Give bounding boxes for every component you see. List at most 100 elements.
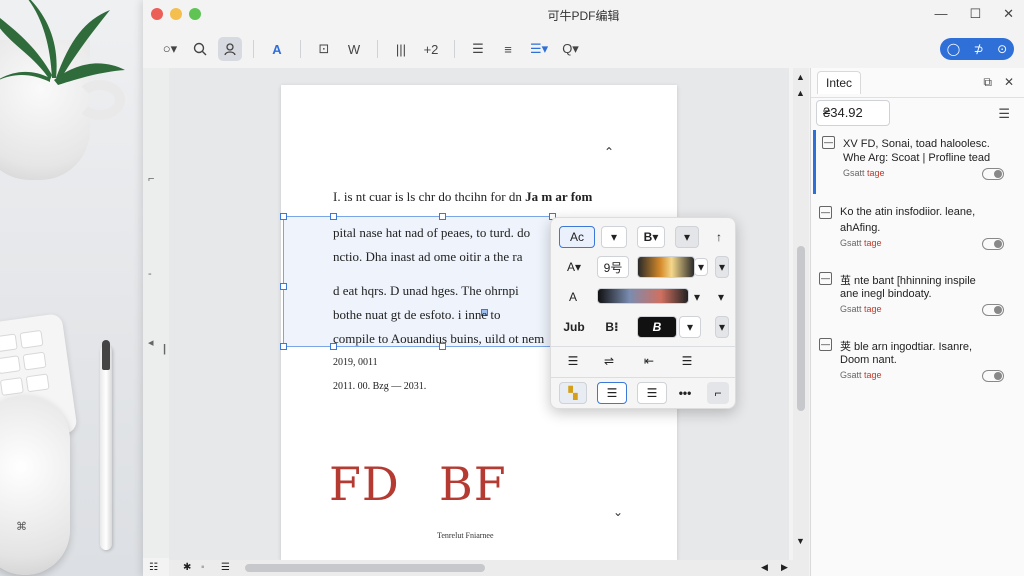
comment-toggle[interactable] [982,304,1004,316]
highlight-dropdown[interactable]: ▾ [689,286,705,308]
mouse: ⌘ [0,395,70,575]
text-tool-button[interactable]: A [265,37,289,61]
comment-meta: Gsatt tage [840,304,882,314]
comment-item[interactable]: — XV FD, Sonai, toad haloolesc. Whe Arg:… [813,130,1018,194]
more-options-icon[interactable]: ••• [673,382,697,404]
more-dropdown[interactable]: ▾ [715,256,729,278]
status-icon[interactable]: ✱ [183,562,191,573]
status-icon[interactable]: ▪ [201,562,205,573]
scroll-up-icon[interactable]: ▲ [796,72,805,82]
highlight-color-gradient[interactable] [597,288,689,304]
edit-object-tool-button[interactable]: ⊡ [312,37,336,61]
text-color-gradient[interactable] [637,256,695,278]
scroll-up-icon[interactable]: ▲ [796,88,805,98]
close-sidebar-icon[interactable]: ✕ [1004,75,1014,90]
chevron-down-icon[interactable]: ⌄ [613,505,623,519]
ruler-marker: | [163,343,167,355]
columns-tool-button[interactable]: ||| [389,37,413,61]
scroll-down-icon[interactable]: ▼ [796,536,805,546]
mode-target-icon[interactable]: ⊙ [997,42,1007,56]
font-style-dropdown[interactable]: ▾ [601,226,627,248]
font-size-label[interactable]: A ▾ [559,256,589,278]
arrow-up-icon[interactable]: ↑ [709,226,729,248]
vertical-scrollbar[interactable]: ▲ ▲ ▼ [793,68,809,560]
comment-tag: tage [864,238,882,248]
hand-tool-button[interactable] [218,37,242,61]
bold-menu-button[interactable]: B ▾ [637,226,665,248]
align-right-button[interactable]: ☰ [637,382,667,404]
bold-style-dropdown[interactable]: ▾ [679,316,701,338]
comment-item[interactable]: — 茧 nte bant [hhinning inspile ane inegl… [813,266,1018,330]
desk-background: ⌘ [0,0,150,576]
mode-circle-icon[interactable]: ◯ [947,42,960,56]
chevron-up-icon[interactable]: ⌃ [604,145,614,159]
horizontal-scroll-thumb[interactable] [245,564,485,572]
selection-handle[interactable] [280,343,287,350]
align-justify-icon[interactable]: ☰ [675,350,699,372]
insert-tool-button[interactable]: +2 [419,37,443,61]
watermark-tool-button[interactable]: W [342,37,366,61]
mouse-logo-icon: ⌘ [16,521,27,533]
selection-handle[interactable] [439,213,446,220]
mode-swap-icon[interactable]: ⊅ [974,42,984,56]
lasso-tool-button[interactable]: ○▾ [158,37,182,61]
align-left-button[interactable]: ☰ [597,382,627,404]
minimize-dot-button[interactable] [170,8,182,20]
comment-line2: Whe Arg: Scoat | Profline tead [843,152,991,164]
more-dropdown[interactable]: ▾ [675,226,699,248]
more-dropdown[interactable]: ▾ [715,316,729,338]
selection-handle[interactable] [280,213,287,220]
comment-toggle[interactable] [982,370,1004,382]
status-icon[interactable]: ☷ [149,562,158,573]
align-tool-button[interactable]: ≡ [496,37,520,61]
sidebar-tab[interactable]: Intec [817,71,862,94]
subscript-button[interactable]: Jub [557,316,591,338]
comment-item[interactable]: — Ko the atin insfodiior. leane, ahAfing… [813,200,1018,264]
vertical-scroll-thumb[interactable] [797,246,805,411]
font-size-label-text: A [566,260,575,274]
export-icon[interactable]: ⧉ [983,75,992,90]
comment-checkbox[interactable]: — [819,338,832,351]
comment-checkbox[interactable]: — [822,136,835,149]
align-left-icon[interactable]: ☰ [561,350,585,372]
status-icon[interactable]: ☰ [221,562,230,573]
sidebar-search-input[interactable]: ₴34.92 [816,100,890,126]
list-dropdown-tool-button[interactable]: ☰▾ [526,37,552,61]
minimize-button[interactable]: — [934,6,947,22]
color-dropdown[interactable]: ▾ [694,258,708,276]
zoom-tool-button[interactable] [188,37,212,61]
selection-handle[interactable] [280,283,287,290]
filter-icon[interactable]: ☰ [998,106,1010,122]
bold-toggle-button[interactable]: B ⁝ [597,316,627,338]
bullet-list-tool-button[interactable]: ☰ [466,37,490,61]
ruler-mark: ◂ [148,337,154,349]
collapse-icon[interactable]: ⌐ [707,382,729,404]
comment-toggle[interactable] [982,238,1004,250]
bold-style-swatch[interactable]: B [637,316,677,338]
horizontal-scrollbar[interactable]: ☷ ✱ ▪ ☰ ◀ ▶ [149,560,809,576]
font-style-button[interactable]: Ac [559,226,595,248]
scroll-right-icon[interactable]: ▶ [781,562,788,573]
signature-caption: Tenrelut Fniarnee [437,531,494,540]
close-button[interactable]: ✕ [1003,6,1014,22]
close-dot-button[interactable] [151,8,163,20]
comment-item[interactable]: — 荚 ble arn ingodtiar. Isanre, Doom nant… [813,332,1018,396]
comment-checkbox[interactable]: — [819,272,832,285]
comment-toggle[interactable] [982,168,1004,180]
fill-color-icon[interactable]: ▚ [559,382,587,404]
comment-checkbox[interactable]: — [819,206,832,219]
indent-icon[interactable]: ⇤ [637,350,661,372]
pen [100,345,112,550]
scroll-left-icon[interactable]: ◀ [761,562,768,573]
maximize-dot-button[interactable] [189,8,201,20]
sidebar-controls: ⧉ ✕ [983,75,1014,90]
comment-line1: 茧 nte bant [hhinning inspile [840,275,976,287]
highlight-more-dropdown[interactable]: ▾ [713,286,729,308]
selection-handle[interactable] [330,213,337,220]
find-tool-button[interactable]: Q▾ [558,37,583,61]
body-line: pital nase hat nad of peaes, to turd. do [333,225,531,240]
maximize-button[interactable]: ☐ [969,6,981,22]
font-size-field[interactable]: 9号 [597,256,629,278]
bold-menu-label: B [643,230,653,244]
align-center-icon[interactable]: ⇌ [597,350,621,372]
